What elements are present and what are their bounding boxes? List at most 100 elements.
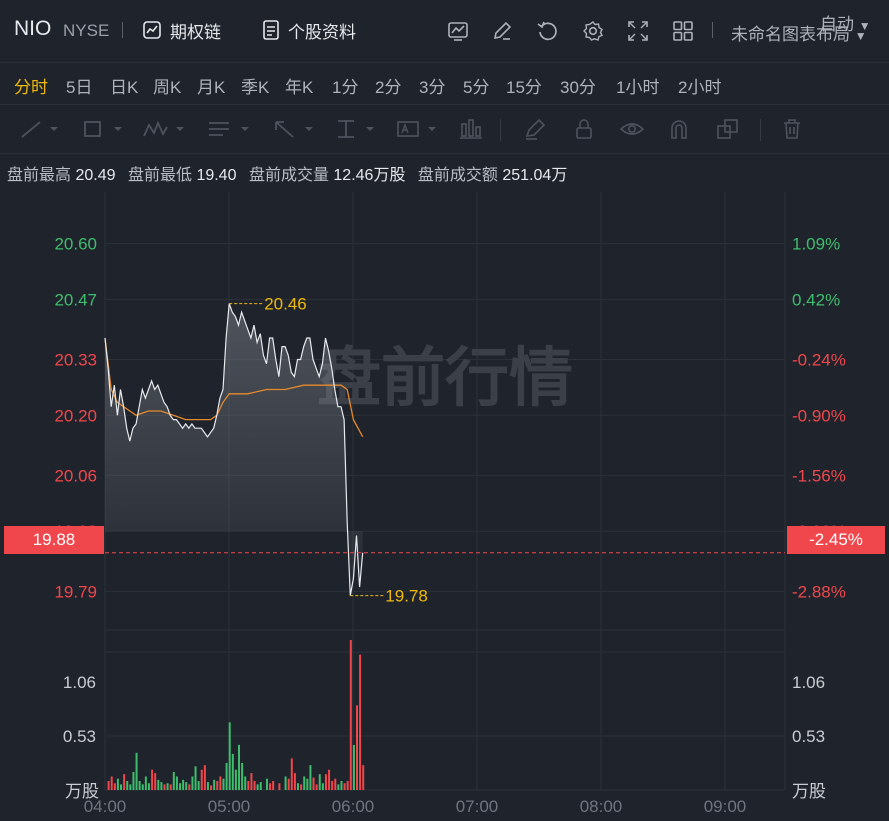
volume-tick-label: 1.06	[63, 673, 96, 692]
volume-bar	[259, 782, 262, 790]
volume-bar	[284, 776, 287, 790]
volume-bar	[179, 783, 182, 790]
volume-bar	[194, 766, 197, 790]
volume-bar	[231, 753, 234, 790]
volume-bar	[188, 784, 191, 790]
volume-bar	[203, 765, 206, 790]
volume-bar	[247, 780, 250, 790]
volume-bar	[328, 769, 331, 790]
volume-bar	[272, 780, 275, 790]
percent-tick-label: 0.42%	[792, 290, 840, 309]
volume-unit-label: 万股	[65, 782, 99, 801]
volume-bar	[331, 780, 334, 790]
price-tick-label: 20.47	[54, 290, 97, 309]
volume-bar	[309, 765, 312, 790]
volume-bar	[359, 654, 362, 790]
volume-bar	[144, 776, 147, 790]
volume-tick-label: 1.06	[792, 673, 825, 692]
volume-bar	[116, 778, 119, 790]
volume-bar	[324, 774, 327, 790]
volume-bar	[250, 773, 253, 790]
price-tick-label: 20.60	[54, 235, 97, 254]
volume-bars	[107, 640, 365, 790]
volume-bar	[206, 782, 209, 790]
volume-tick-label: 0.53	[63, 727, 96, 746]
time-tick-label: 09:00	[704, 797, 747, 816]
volume-bar	[321, 783, 324, 790]
volume-bar	[287, 778, 290, 790]
percent-tick-label: 1.09%	[792, 235, 840, 254]
time-tick-label: 08:00	[580, 797, 623, 816]
volume-bar	[110, 776, 113, 790]
volume-bar	[219, 776, 222, 790]
volume-bar	[244, 776, 247, 790]
volume-bar	[356, 705, 359, 790]
volume-bar	[169, 784, 172, 790]
volume-bar	[123, 774, 126, 790]
volume-bar	[210, 785, 213, 790]
volume-bar	[191, 776, 194, 790]
volume-bar	[337, 784, 340, 790]
price-tick-label: 20.06	[54, 466, 97, 485]
volume-bar	[241, 762, 244, 790]
volume-bar	[253, 780, 256, 790]
volume-bar	[346, 780, 349, 790]
volume-bar	[197, 780, 200, 790]
volume-bar	[120, 784, 123, 790]
price-tick-label: 19.79	[54, 582, 97, 601]
volume-unit-label: 万股	[792, 782, 826, 801]
volume-bar	[113, 783, 116, 790]
time-tick-label: 07:00	[456, 797, 499, 816]
volume-bar	[340, 780, 343, 790]
volume-bar	[290, 758, 293, 790]
percent-tick-label: -2.88%	[792, 582, 846, 601]
volume-bar	[315, 784, 318, 790]
volume-bar	[303, 776, 306, 790]
volume-bar	[225, 762, 228, 790]
volume-bar	[138, 780, 141, 790]
volume-bar	[107, 780, 110, 790]
volume-bar	[234, 769, 237, 790]
volume-bar	[126, 780, 129, 790]
volume-bar	[185, 782, 188, 790]
extreme-price-label: 19.78	[385, 587, 428, 606]
volume-bar	[132, 771, 135, 790]
volume-bar	[154, 773, 157, 790]
volume-bar	[200, 769, 203, 790]
volume-tick-label: 0.53	[792, 727, 825, 746]
volume-bar	[269, 783, 272, 790]
volume-bar	[300, 784, 303, 790]
time-tick-label: 05:00	[208, 797, 251, 816]
percent-tick-label: -0.24%	[792, 350, 846, 369]
current-price-tag: 19.88	[4, 526, 104, 554]
volume-bar	[166, 783, 169, 790]
volume-bar	[362, 765, 365, 790]
percent-tick-label: -0.90%	[792, 406, 846, 425]
volume-bar	[312, 777, 315, 790]
volume-bar	[352, 744, 355, 790]
price-tick-label: 20.20	[54, 406, 97, 425]
volume-bar	[160, 782, 163, 790]
volume-bar	[238, 744, 241, 790]
watermark-text: 盘前行情	[317, 342, 573, 414]
volume-bar	[343, 783, 346, 790]
volume-bar	[306, 778, 309, 790]
intraday-chart[interactable]: 盘前行情 20.46 19.78 20.60 20.47 20.33 20.20 20.0…	[0, 0, 889, 821]
volume-bar	[293, 773, 296, 790]
volume-bar	[163, 784, 166, 790]
volume-bar	[228, 722, 231, 790]
volume-bar	[151, 769, 154, 790]
volume-bar	[129, 784, 132, 790]
extreme-price-label: 20.46	[264, 295, 307, 314]
volume-bar	[349, 640, 352, 790]
volume-bar	[157, 779, 160, 790]
time-tick-label: 06:00	[332, 797, 375, 816]
volume-bar	[265, 778, 268, 790]
volume-bar	[147, 783, 150, 790]
volume-bar	[256, 784, 259, 790]
volume-bar	[175, 776, 178, 790]
volume-bar	[318, 774, 321, 790]
volume-bar	[213, 779, 216, 790]
volume-bar	[135, 752, 138, 790]
time-axis: 04:00 05:00 06:00 07:00 08:00 09:00	[84, 797, 747, 816]
